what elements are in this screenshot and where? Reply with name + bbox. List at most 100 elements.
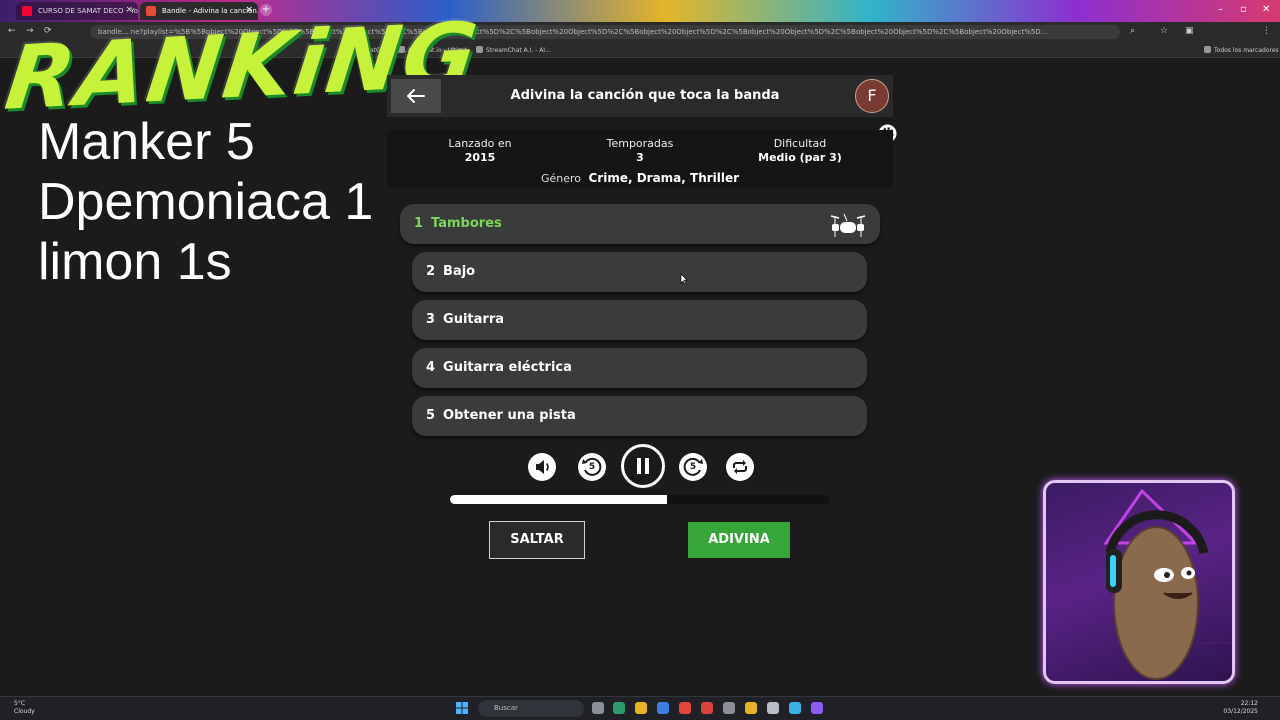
seasons-info: Temporadas 3 (565, 137, 715, 164)
back-button[interactable] (391, 79, 441, 113)
avatar[interactable]: F (855, 79, 889, 113)
reload-icon[interactable]: ⟳ (44, 26, 52, 36)
weather-desc: Cloudy (14, 708, 35, 715)
tab-label: Bandle - Adivina la canción... (162, 7, 258, 15)
bookmark-icon (398, 46, 405, 53)
ranking-entry: limon 1s (38, 233, 232, 291)
url-field[interactable]: bandle... ne?playlist=%5B%5Bobject%20Obj… (90, 25, 1120, 39)
zoom-icon[interactable]: ⌕ (1130, 26, 1135, 36)
released-value: 2015 (464, 151, 496, 164)
difficulty-label: Dificultad (773, 137, 827, 150)
streamer-avatar-image (1046, 488, 1232, 680)
webcam-overlay (1043, 480, 1235, 684)
app-icon[interactable] (789, 702, 801, 714)
maximize-icon[interactable]: ▫ (1240, 4, 1247, 15)
forward-5-button[interactable]: 5 (679, 453, 707, 481)
hint-label: Guitarra (443, 312, 505, 327)
speaker-icon (536, 460, 549, 474)
app-icon[interactable] (767, 702, 779, 714)
hint-item-bass[interactable]: 2 Bajo (412, 252, 867, 292)
extensions-icon[interactable]: ▣ (1185, 26, 1194, 36)
difficulty-info: Dificultad Medio (par 3) (725, 137, 875, 164)
menu-icon[interactable]: ⋮ (1262, 26, 1271, 36)
hint-item-guitar[interactable]: 3 Guitarra (412, 300, 867, 340)
hint-item-electric-guitar[interactable]: 4 Guitarra eléctrica (412, 348, 867, 388)
file-explorer-icon[interactable] (635, 702, 647, 714)
page-title: Adivina la canción que toca la banda (510, 88, 780, 103)
game-header: Adivina la canción que toca la banda F (387, 75, 893, 117)
back-nav-icon[interactable]: ← (8, 26, 16, 36)
address-bar-row: ← → ⟳ bandle... ne?playlist=%5B%5Bobject… (0, 22, 1280, 42)
app-icon[interactable] (723, 702, 735, 714)
rewind-5-button[interactable]: 5 (578, 453, 606, 481)
bookmark-item[interactable]: StreamChat A.I. - AI... (476, 46, 551, 54)
hint-label: Guitarra eléctrica (443, 360, 572, 375)
forward-nav-icon[interactable]: → (26, 26, 34, 36)
chrome-icon[interactable] (679, 702, 691, 714)
rewind-seconds: 5 (588, 462, 596, 472)
edge-icon[interactable] (613, 702, 625, 714)
hint-item-drums[interactable]: 1 Tambores (400, 204, 880, 244)
store-icon[interactable] (657, 702, 669, 714)
all-bookmarks[interactable]: Todos los marcadores (1204, 46, 1279, 54)
hint-label: Bajo (443, 264, 476, 279)
drum-kit-icon (830, 213, 866, 237)
bookmark-icon (352, 46, 359, 53)
skip-button[interactable]: SALTAR (489, 521, 585, 559)
hint-number: 5 (426, 408, 436, 423)
bookmark-icon (476, 46, 483, 53)
arrow-left-icon (407, 89, 425, 103)
close-window-icon[interactable]: ✕ (1262, 4, 1270, 15)
progress-bar[interactable] (450, 495, 830, 504)
difficulty-value: Medio (par 3) (758, 151, 842, 164)
hint-item-get-hint[interactable]: 5 Obtener una pista (412, 396, 867, 436)
repeat-icon (733, 460, 747, 474)
folder-icon[interactable] (745, 702, 757, 714)
folder-icon (1204, 46, 1211, 53)
ranking-list: Manker 5 Dpemoniaca 1 limon 1s (38, 112, 373, 292)
pause-icon (637, 458, 641, 474)
forward-seconds: 5 (689, 462, 697, 472)
show-info-panel: Lanzado en 2015 Temporadas 3 Dificultad … (387, 130, 893, 188)
pause-button[interactable] (621, 444, 665, 488)
minimize-icon[interactable]: – (1218, 4, 1223, 15)
hint-label: Tambores (431, 216, 502, 231)
volume-button[interactable] (528, 453, 556, 481)
discord-icon[interactable] (811, 702, 823, 714)
bandle-icon (146, 6, 156, 16)
seasons-label: Temporadas (606, 137, 674, 150)
ranking-entry: Dpemoniaca 1 (38, 173, 374, 231)
browser-tab-bar: CURSO DE SAMAT DECO - Yo... × Bandle - A… (0, 0, 1280, 22)
clock-time: 22:12 (1240, 700, 1258, 707)
hint-number: 2 (426, 264, 436, 279)
new-tab-button[interactable]: + (260, 4, 272, 16)
task-view-icon[interactable] (592, 702, 604, 714)
released-info: Lanzado en 2015 (405, 137, 555, 164)
bookmarks-bar: ChatGPT (Op... Algochat.io - Ultima... S… (0, 42, 1280, 58)
weather-widget[interactable]: 5°C Cloudy (14, 700, 35, 716)
taskbar-search-input[interactable]: Buscar (478, 700, 584, 717)
taskbar-clock[interactable]: 22:12 03/12/2025 (1223, 700, 1258, 716)
browser-tab-youtube[interactable]: CURSO DE SAMAT DECO - Yo... × (16, 2, 138, 20)
ranking-entry: Manker 5 (38, 113, 255, 171)
hint-label: Obtener una pista (443, 408, 576, 423)
hint-number: 1 (414, 216, 424, 231)
youtube-icon (22, 6, 32, 16)
app-icon[interactable] (701, 702, 713, 714)
pause-icon (645, 458, 649, 474)
repeat-button[interactable] (726, 453, 754, 481)
weather-temp: 5°C (14, 700, 26, 707)
guess-button[interactable]: ADIVINA (688, 522, 790, 558)
bookmark-star-icon[interactable]: ☆ (1160, 26, 1168, 36)
released-label: Lanzado en (448, 137, 512, 150)
browser-tab-bandle[interactable]: Bandle - Adivina la canción... × (140, 2, 258, 20)
bookmark-item[interactable]: Algochat.io - Ultima... (398, 46, 473, 54)
close-tab-icon[interactable]: × (245, 5, 253, 15)
windows-taskbar: 5°C Cloudy Buscar 22:12 03/12/2025 (0, 696, 1280, 720)
hint-number: 3 (426, 312, 436, 327)
mouse-cursor-icon (680, 273, 688, 285)
windows-start-icon[interactable] (456, 702, 468, 714)
genre-value: Crime, Drama, Thriller (588, 171, 740, 185)
close-tab-icon[interactable]: × (125, 5, 133, 15)
genre-info: Género Crime, Drama, Thriller (387, 171, 893, 185)
